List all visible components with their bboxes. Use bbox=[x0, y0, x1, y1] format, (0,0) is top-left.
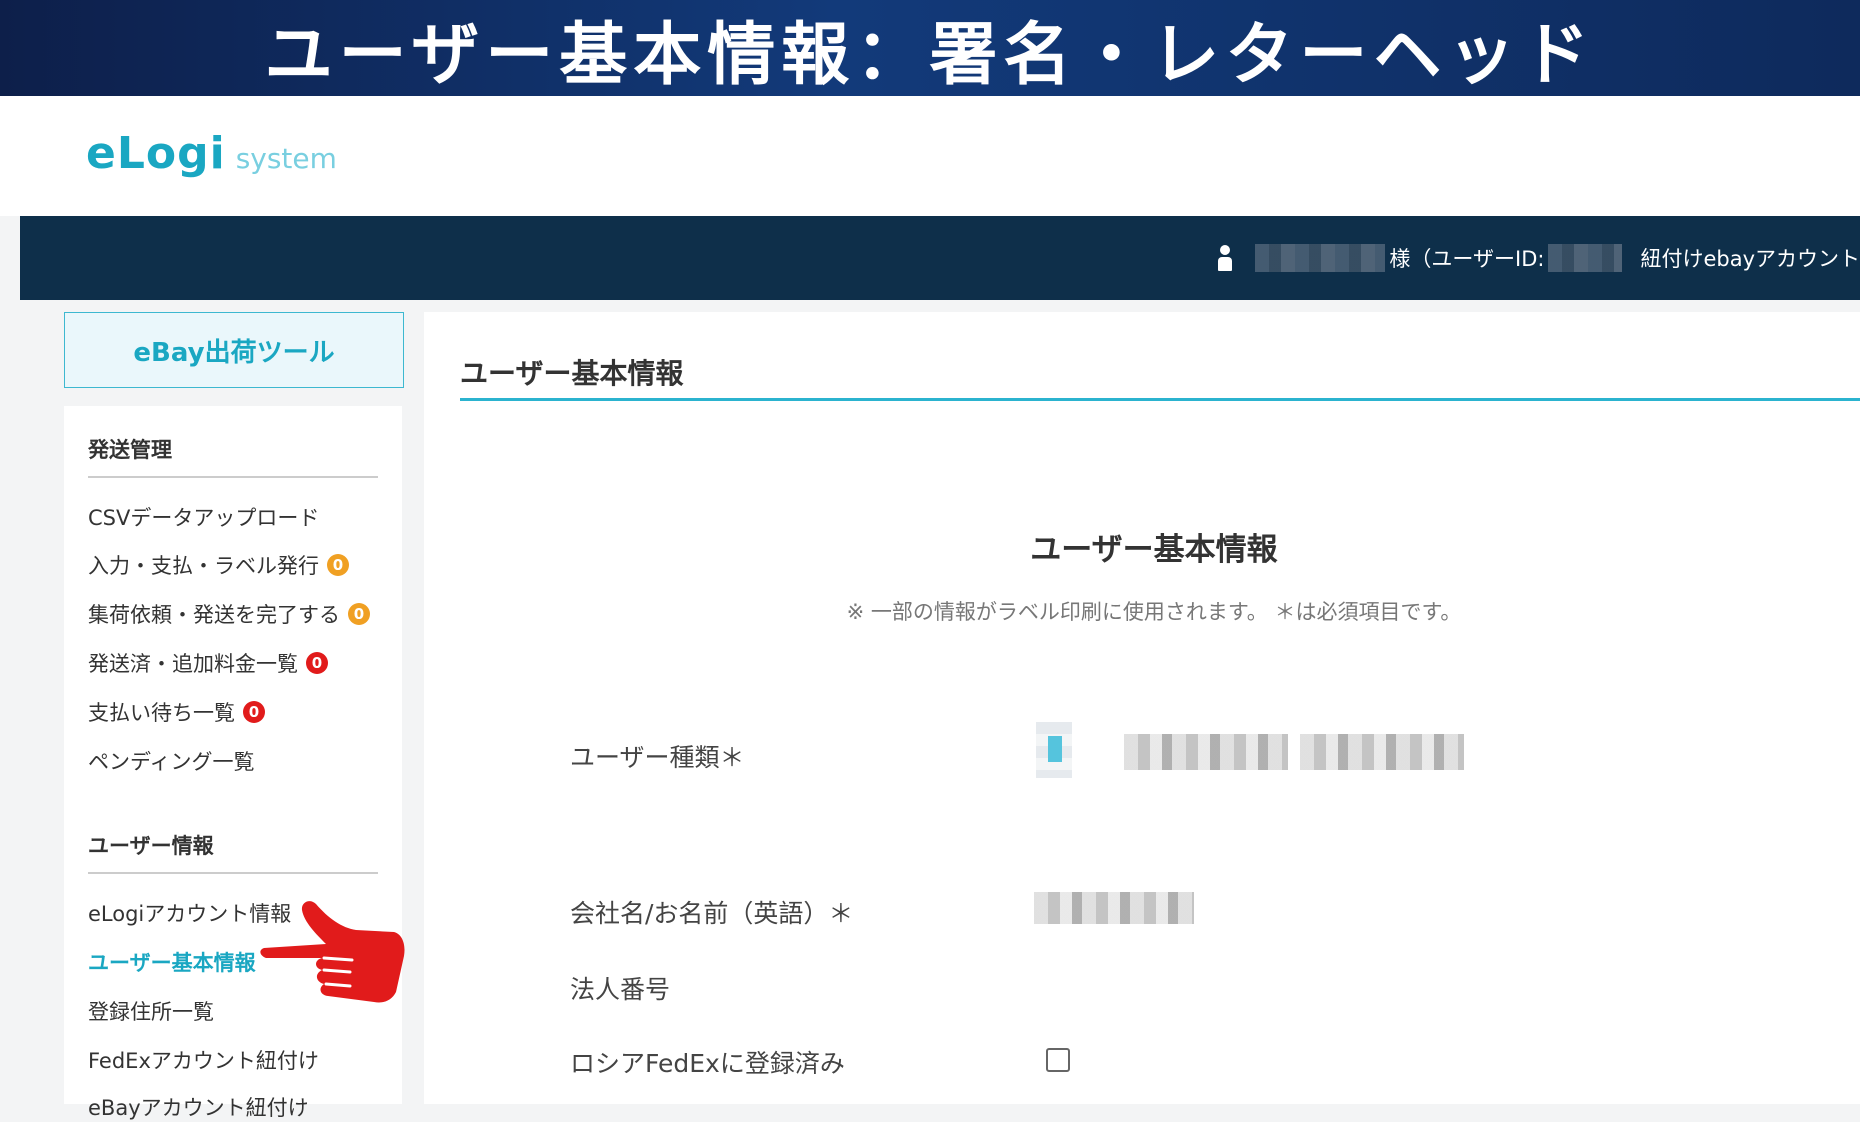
user-name-redacted bbox=[1255, 244, 1386, 272]
count-badge: 0 bbox=[243, 701, 265, 723]
sidebar-item-input-pay-label[interactable]: 入力・支払・ラベル発行 0 bbox=[88, 550, 349, 580]
sidebar-item-label: 発送済・追加料金一覧 bbox=[88, 652, 298, 676]
sidebar-item-label: ユーザー基本情報 bbox=[88, 951, 256, 975]
sidebar-item-pending[interactable]: ペンディング一覧 bbox=[88, 746, 255, 776]
sidebar-item-label: 登録住所一覧 bbox=[88, 1000, 214, 1024]
sidebar-item-label: eBayアカウント紐付け bbox=[88, 1096, 309, 1120]
sidebar-item-fedex-link[interactable]: FedExアカウント紐付け bbox=[88, 1045, 319, 1075]
sidebar-item-shipped-charges[interactable]: 発送済・追加料金一覧 0 bbox=[88, 648, 328, 678]
form-title: ユーザー基本情報 bbox=[1030, 532, 1278, 568]
title-underline bbox=[460, 398, 1860, 401]
person-icon bbox=[1217, 245, 1233, 271]
sidebar-item-ebay-link[interactable]: eBayアカウント紐付け bbox=[88, 1092, 309, 1122]
company-name-label: 会社名/お名前（英語）＊ bbox=[570, 899, 854, 928]
banner-title: ユーザー基本情報：署名・レターヘッド bbox=[264, 15, 1596, 95]
sidebar-item-label: 集荷依頼・発送を完了する bbox=[88, 603, 340, 627]
sidebar-item-pickup-request[interactable]: 集荷依頼・発送を完了する 0 bbox=[88, 599, 370, 629]
sidebar-item-awaiting-payment[interactable]: 支払い待ち一覧 0 bbox=[88, 697, 265, 727]
section-divider bbox=[88, 476, 378, 478]
title-banner: ユーザー基本情報：署名・レターヘッド bbox=[0, 0, 1860, 96]
main-content: ユーザー基本情報 ユーザー基本情報 ※ 一部の情報がラベル印刷に使用されます。 … bbox=[424, 312, 1860, 1104]
user-type-option-redacted bbox=[1124, 734, 1288, 770]
user-id-redacted bbox=[1548, 244, 1623, 272]
count-badge: 0 bbox=[327, 554, 349, 576]
logo-bar: eLogi system bbox=[0, 96, 1860, 216]
sidebar-item-label: FedExアカウント紐付け bbox=[88, 1049, 319, 1073]
section-heading-shipping: 発送管理 bbox=[88, 438, 172, 462]
russia-fedex-label: ロシアFedExに登録済み bbox=[570, 1049, 845, 1078]
user-type-radio-redacted[interactable] bbox=[1036, 722, 1072, 778]
ebay-shipping-tool-button[interactable]: eBay出荷ツール bbox=[64, 312, 404, 388]
pointing-hand-icon bbox=[260, 901, 405, 1003]
page-title: ユーザー基本情報 bbox=[460, 357, 684, 390]
sidebar-item-addresses[interactable]: 登録住所一覧 bbox=[88, 996, 214, 1026]
corporate-number-label: 法人番号 bbox=[570, 975, 671, 1004]
user-type-option-redacted bbox=[1300, 734, 1464, 770]
sidebar-item-label: CSVデータアップロード bbox=[88, 506, 320, 530]
form-note: ※ 一部の情報がラベル印刷に使用されます。 ＊は必須項目です。 bbox=[846, 600, 1462, 624]
russia-fedex-checkbox[interactable] bbox=[1046, 1048, 1070, 1072]
company-name-value-redacted bbox=[1034, 892, 1194, 924]
section-heading-user-info: ユーザー情報 bbox=[88, 834, 214, 858]
section-divider bbox=[88, 872, 378, 874]
sidebar-item-label: ペンディング一覧 bbox=[88, 750, 255, 774]
logo-main-text: eLogi bbox=[86, 128, 226, 179]
linked-ebay-account-link[interactable]: 紐付けebayアカウント bbox=[1640, 243, 1860, 273]
count-badge: 0 bbox=[348, 603, 370, 625]
sidebar-item-user-basic-info[interactable]: ユーザー基本情報 bbox=[88, 947, 256, 977]
sidebar-item-label: 支払い待ち一覧 bbox=[88, 701, 235, 725]
ebay-shipping-tool-label: eBay出荷ツール bbox=[133, 337, 335, 368]
elogi-logo[interactable]: eLogi system bbox=[86, 128, 337, 179]
sidebar-item-csv-upload[interactable]: CSVデータアップロード bbox=[88, 502, 319, 532]
user-info: 様（ユーザーID: 紐付けebayアカウント bbox=[1217, 216, 1860, 300]
user-type-label: ユーザー種類＊ bbox=[570, 743, 745, 772]
count-badge: 0 bbox=[306, 652, 328, 674]
sidebar-item-label: 入力・支払・ラベル発行 bbox=[88, 554, 319, 578]
user-id-label: 様（ユーザーID: bbox=[1389, 247, 1545, 271]
top-nav-bar: 様（ユーザーID: 紐付けebayアカウント bbox=[20, 216, 1860, 300]
logo-sub-text: system bbox=[235, 142, 337, 175]
checkbox-box bbox=[1046, 1048, 1070, 1072]
